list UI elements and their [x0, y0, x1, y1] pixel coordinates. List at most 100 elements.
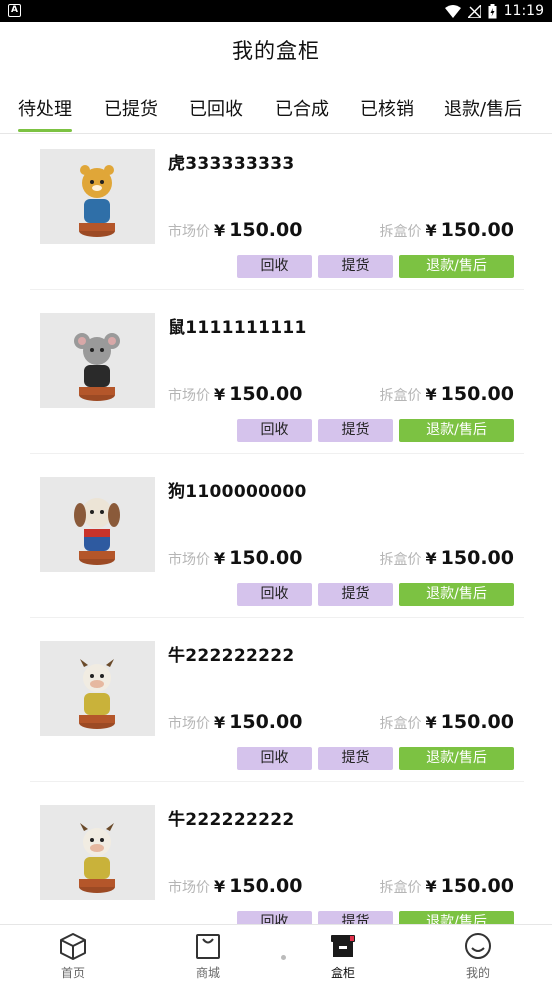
- tab-pending[interactable]: 待处理: [18, 90, 72, 132]
- tab-recycled[interactable]: 已回收: [189, 90, 243, 130]
- pickup-button[interactable]: 提货: [318, 747, 393, 770]
- refund-button[interactable]: 退款/售后: [399, 255, 514, 278]
- unbox-price-label: 拆盒价: [379, 716, 422, 732]
- unbox-price: 拆盒价 ¥ 150.00: [380, 383, 514, 405]
- bag-icon: [196, 934, 220, 959]
- refund-button[interactable]: 退款/售后: [399, 911, 514, 924]
- nav-mall[interactable]: 商城: [168, 931, 248, 981]
- action-buttons: 回收 提货 退款/售后: [237, 419, 514, 442]
- list-item: 虎333333333 市场价 ¥ 150.00 拆盒价 ¥ 150.00 回收 …: [30, 135, 524, 290]
- recycle-button[interactable]: 回收: [237, 747, 312, 770]
- market-price: 市场价 ¥ 150.00: [168, 219, 302, 241]
- market-price-label: 市场价: [168, 716, 210, 732]
- status-tabs: 待处理 已提货 已回收 已合成 已核销 退款/售后: [0, 90, 552, 134]
- unbox-price-value: 150.00: [440, 875, 514, 897]
- product-image[interactable]: [40, 313, 155, 408]
- currency-symbol: ¥: [425, 713, 437, 732]
- unbox-price-label: 拆盒价: [379, 388, 422, 404]
- market-price-value: 150.00: [229, 711, 303, 733]
- recycle-button[interactable]: 回收: [237, 911, 312, 924]
- market-price-value: 150.00: [229, 383, 303, 405]
- nav-home[interactable]: 首页: [33, 931, 113, 981]
- tab-picked-up[interactable]: 已提货: [104, 90, 158, 130]
- tab-refund-aftersale[interactable]: 退款/售后: [444, 90, 522, 130]
- nav-cabinet[interactable]: 盒柜: [303, 931, 383, 981]
- recycle-button[interactable]: 回收: [237, 419, 312, 442]
- market-price-value: 150.00: [229, 547, 303, 569]
- recycle-button[interactable]: 回收: [237, 583, 312, 606]
- product-image[interactable]: [40, 641, 155, 736]
- currency-symbol: ¥: [214, 877, 226, 896]
- unbox-price-value: 150.00: [440, 383, 514, 405]
- product-name: 牛222222222: [168, 646, 295, 666]
- market-price-label: 市场价: [168, 388, 210, 404]
- nav-mine[interactable]: 我的: [438, 931, 518, 981]
- pickup-button[interactable]: 提货: [318, 255, 393, 278]
- unbox-price: 拆盒价 ¥ 150.00: [380, 875, 514, 897]
- status-time: 11:19: [503, 3, 544, 19]
- tab-redeemed[interactable]: 已核销: [360, 90, 414, 130]
- battery-icon: [488, 3, 497, 18]
- refund-button[interactable]: 退款/售后: [399, 583, 514, 606]
- market-price-value: 150.00: [229, 875, 303, 897]
- market-price-value: 150.00: [229, 219, 303, 241]
- smile-icon: [465, 933, 491, 959]
- pickup-button[interactable]: 提货: [318, 419, 393, 442]
- pickup-button[interactable]: 提货: [318, 911, 393, 924]
- product-name: 虎333333333: [168, 154, 295, 174]
- unbox-price-value: 150.00: [440, 219, 514, 241]
- product-image[interactable]: [40, 477, 155, 572]
- item-list[interactable]: 虎333333333 市场价 ¥ 150.00 拆盒价 ¥ 150.00 回收 …: [0, 135, 552, 924]
- action-buttons: 回收 提货 退款/售后: [237, 583, 514, 606]
- currency-symbol: ¥: [214, 221, 226, 240]
- page-title: 我的盒柜: [232, 39, 320, 63]
- unbox-price: 拆盒价 ¥ 150.00: [380, 219, 514, 241]
- product-image[interactable]: [40, 805, 155, 900]
- recycle-button[interactable]: 回收: [237, 255, 312, 278]
- currency-symbol: ¥: [425, 877, 437, 896]
- unbox-price-label: 拆盒价: [379, 224, 422, 240]
- product-image[interactable]: [40, 149, 155, 244]
- page-header: 我的盒柜: [0, 22, 552, 78]
- product-name: 鼠1111111111: [168, 318, 307, 338]
- currency-symbol: ¥: [214, 385, 226, 404]
- currency-symbol: ¥: [425, 385, 437, 404]
- wifi-icon: [444, 4, 461, 18]
- currency-symbol: ¥: [425, 221, 437, 240]
- pickup-button[interactable]: 提货: [318, 583, 393, 606]
- unbox-price-label: 拆盒价: [379, 880, 422, 896]
- currency-symbol: ¥: [425, 549, 437, 568]
- list-item: 牛222222222 市场价 ¥ 150.00 拆盒价 ¥ 150.00 回收 …: [30, 791, 524, 924]
- no-signal-icon: [467, 4, 481, 18]
- product-name: 狗1100000000: [168, 482, 307, 502]
- refund-button[interactable]: 退款/售后: [399, 419, 514, 442]
- action-buttons: 回收 提货 退款/售后: [237, 747, 514, 770]
- unbox-price-value: 150.00: [440, 547, 514, 569]
- currency-symbol: ¥: [214, 549, 226, 568]
- cube-icon: [60, 933, 86, 960]
- action-buttons: 回收 提货 退款/售后: [237, 255, 514, 278]
- market-price: 市场价 ¥ 150.00: [168, 875, 302, 897]
- status-bar: A 11:19: [0, 0, 552, 22]
- market-price: 市场价 ¥ 150.00: [168, 547, 302, 569]
- nav-mine-label: 我的: [465, 966, 490, 980]
- box-icon: [331, 935, 355, 957]
- product-name: 牛222222222: [168, 810, 295, 830]
- action-buttons: 回收 提货 退款/售后: [237, 911, 514, 924]
- market-price: 市场价 ¥ 150.00: [168, 383, 302, 405]
- market-price-label: 市场价: [168, 552, 210, 568]
- refund-button[interactable]: 退款/售后: [399, 747, 514, 770]
- unbox-price-label: 拆盒价: [379, 552, 422, 568]
- nav-cabinet-label: 盒柜: [330, 966, 355, 980]
- unbox-price-value: 150.00: [440, 711, 514, 733]
- nav-mall-label: 商城: [195, 966, 220, 980]
- tab-synthesized[interactable]: 已合成: [275, 90, 329, 130]
- market-price: 市场价 ¥ 150.00: [168, 711, 302, 733]
- currency-symbol: ¥: [214, 713, 226, 732]
- list-item: 牛222222222 市场价 ¥ 150.00 拆盒价 ¥ 150.00 回收 …: [30, 627, 524, 782]
- list-item: 鼠1111111111 市场价 ¥ 150.00 拆盒价 ¥ 150.00 回收…: [30, 299, 524, 454]
- bottom-nav: 首页 商城 盒柜 我的: [0, 924, 552, 986]
- nav-indicator-dot: [281, 955, 286, 960]
- app-notification-icon: A: [8, 4, 21, 17]
- list-item: 狗1100000000 市场价 ¥ 150.00 拆盒价 ¥ 150.00 回收…: [30, 463, 524, 618]
